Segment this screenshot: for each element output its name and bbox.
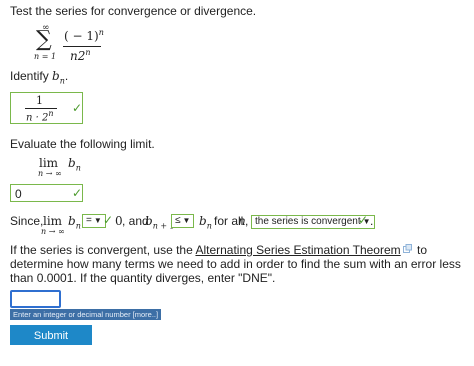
check-icon: ✓ (72, 186, 83, 200)
since-lim-subscript: n → ∞ (41, 227, 65, 236)
chevron-down-icon: ▼ (182, 216, 191, 225)
bn-numerator: 1 (36, 94, 43, 107)
identify-label: Identify bn. (10, 69, 69, 86)
lim-subscript: n → ∞ (38, 169, 62, 178)
since-statement: Since, lim n → ∞ bn = ▼ ✓ 0 , and bn + 1 … (0, 212, 474, 236)
evaluate-label: Evaluate the following limit. (10, 137, 155, 151)
check-icon: ✓ (358, 213, 369, 227)
input-hint[interactable]: Enter an integer or decimal number [more… (10, 309, 162, 320)
lim-word: lim (39, 156, 59, 170)
check-icon: ✓ (72, 101, 83, 115)
chevron-down-icon: ▼ (93, 216, 102, 225)
series-denominator: n2n (70, 48, 91, 63)
since-lim-argument: bn (68, 214, 81, 231)
bn-denominator: n · 2n (26, 109, 54, 124)
relation-select-2[interactable]: ≤ ▼ (171, 214, 195, 228)
conclusion-select[interactable]: the series is convergent ▼ (251, 215, 375, 229)
check-icon: ✓ (103, 213, 114, 227)
limit-answer-field[interactable]: 0 ✓ (10, 184, 83, 202)
bn-answer-field[interactable]: 1 n · 2n ✓ (10, 92, 83, 124)
limit-expression: lim n → ∞ bn (38, 156, 98, 178)
external-link-icon[interactable] (402, 244, 412, 253)
series-expression: ∞ ∑ n = 1 ( − 1)n n2n (34, 23, 114, 66)
period-text: . (370, 214, 374, 228)
since-label: Since, (10, 214, 44, 228)
limit-answer-value: 0 (15, 187, 22, 201)
lim-argument: bn (68, 156, 81, 173)
series-numerator: ( − 1)n (64, 28, 104, 43)
terms-input[interactable] (10, 290, 61, 308)
comma-text: , (245, 214, 249, 228)
fraction-bar (63, 46, 101, 47)
b-n: bn (199, 214, 212, 231)
instruction-paragraph: If the series is convergent, use the Alt… (10, 243, 461, 285)
sum-lower-limit: n = 1 (34, 52, 57, 61)
since-lim-word: lim (43, 214, 63, 228)
sigma-symbol: ∑ (36, 27, 52, 52)
question-prompt: Test the series for convergence or diver… (10, 4, 257, 18)
submit-question-button[interactable]: Submit Question (10, 325, 92, 362)
theorem-link[interactable]: Alternating Series Estimation Theorem (195, 243, 400, 257)
